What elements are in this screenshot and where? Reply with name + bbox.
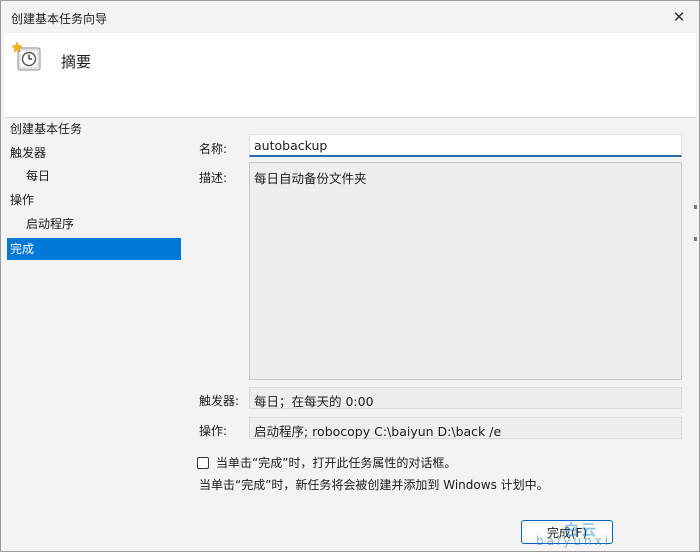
open-properties-checkbox[interactable]: [197, 456, 209, 469]
resize-edge-marker: [694, 205, 697, 209]
close-icon: ✕: [672, 8, 686, 26]
nav-step-label: 启动程序: [26, 217, 75, 231]
nav-step-create-task[interactable]: 创建基本任务: [7, 118, 181, 140]
nav-step-label: 创建基本任务: [10, 122, 83, 136]
nav-step-label: 触发器: [10, 146, 47, 160]
trigger-value: 每日；在每天的 0:00: [254, 394, 374, 409]
nav-step-label: 操作: [10, 193, 35, 207]
finish-info-text: 当单击“完成”时，新任务将会被创建并添加到 Windows 计划中。: [199, 478, 549, 492]
page-title: 摘要: [61, 53, 92, 71]
description-label: 描述:: [199, 171, 228, 185]
wizard-steps-nav: 创建基本任务 触发器 每日 操作 启动程序 完成: [4, 118, 184, 548]
nav-step-trigger[interactable]: 触发器: [7, 142, 181, 164]
description-field[interactable]: 每日自动备份文件夹: [249, 162, 682, 380]
name-value: autobackup: [254, 138, 328, 153]
name-label: 名称:: [199, 142, 228, 156]
window-title: 创建基本任务向导: [11, 12, 108, 26]
action-value: 启动程序; robocopy C:\baiyun D:\back /e: [254, 424, 502, 439]
open-properties-option[interactable]: 当单击“完成”时，打开此任务属性的对话框。: [197, 454, 456, 471]
description-value: 每日自动备份文件夹: [254, 171, 367, 186]
open-properties-label: 当单击“完成”时，打开此任务属性的对话框。: [216, 456, 457, 470]
resize-edge-marker: [694, 237, 697, 241]
nav-step-finish[interactable]: 完成: [7, 238, 181, 260]
nav-step-label: 完成: [10, 242, 35, 256]
close-button[interactable]: ✕: [659, 1, 699, 33]
name-field[interactable]: autobackup: [249, 134, 682, 157]
finish-button-label: 完成(F): [546, 525, 588, 540]
finish-button[interactable]: 完成(F): [521, 520, 613, 544]
wizard-header: 摘要: [4, 33, 696, 118]
nav-step-label: 每日: [26, 169, 51, 183]
trigger-label: 触发器:: [199, 394, 240, 408]
title-bar: 创建基本任务向导 ✕: [1, 1, 699, 33]
nav-step-action[interactable]: 操作: [7, 189, 181, 211]
nav-step-daily[interactable]: 每日: [7, 165, 181, 187]
task-scheduler-clock-icon: [12, 41, 41, 71]
action-label: 操作:: [199, 424, 228, 438]
summary-panel: 名称: autobackup 描述: 每日自动备份文件夹 触发器: 每日；在每天…: [190, 118, 696, 551]
nav-step-start-program[interactable]: 启动程序: [7, 213, 181, 235]
trigger-field: 每日；在每天的 0:00: [249, 387, 682, 409]
wizard-window: 创建基本任务向导 ✕ 摘要 创建基本任务 触发器 每日 操作 启动程序 完成 名…: [0, 0, 700, 552]
action-field: 启动程序; robocopy C:\baiyun D:\back /e: [249, 417, 682, 439]
